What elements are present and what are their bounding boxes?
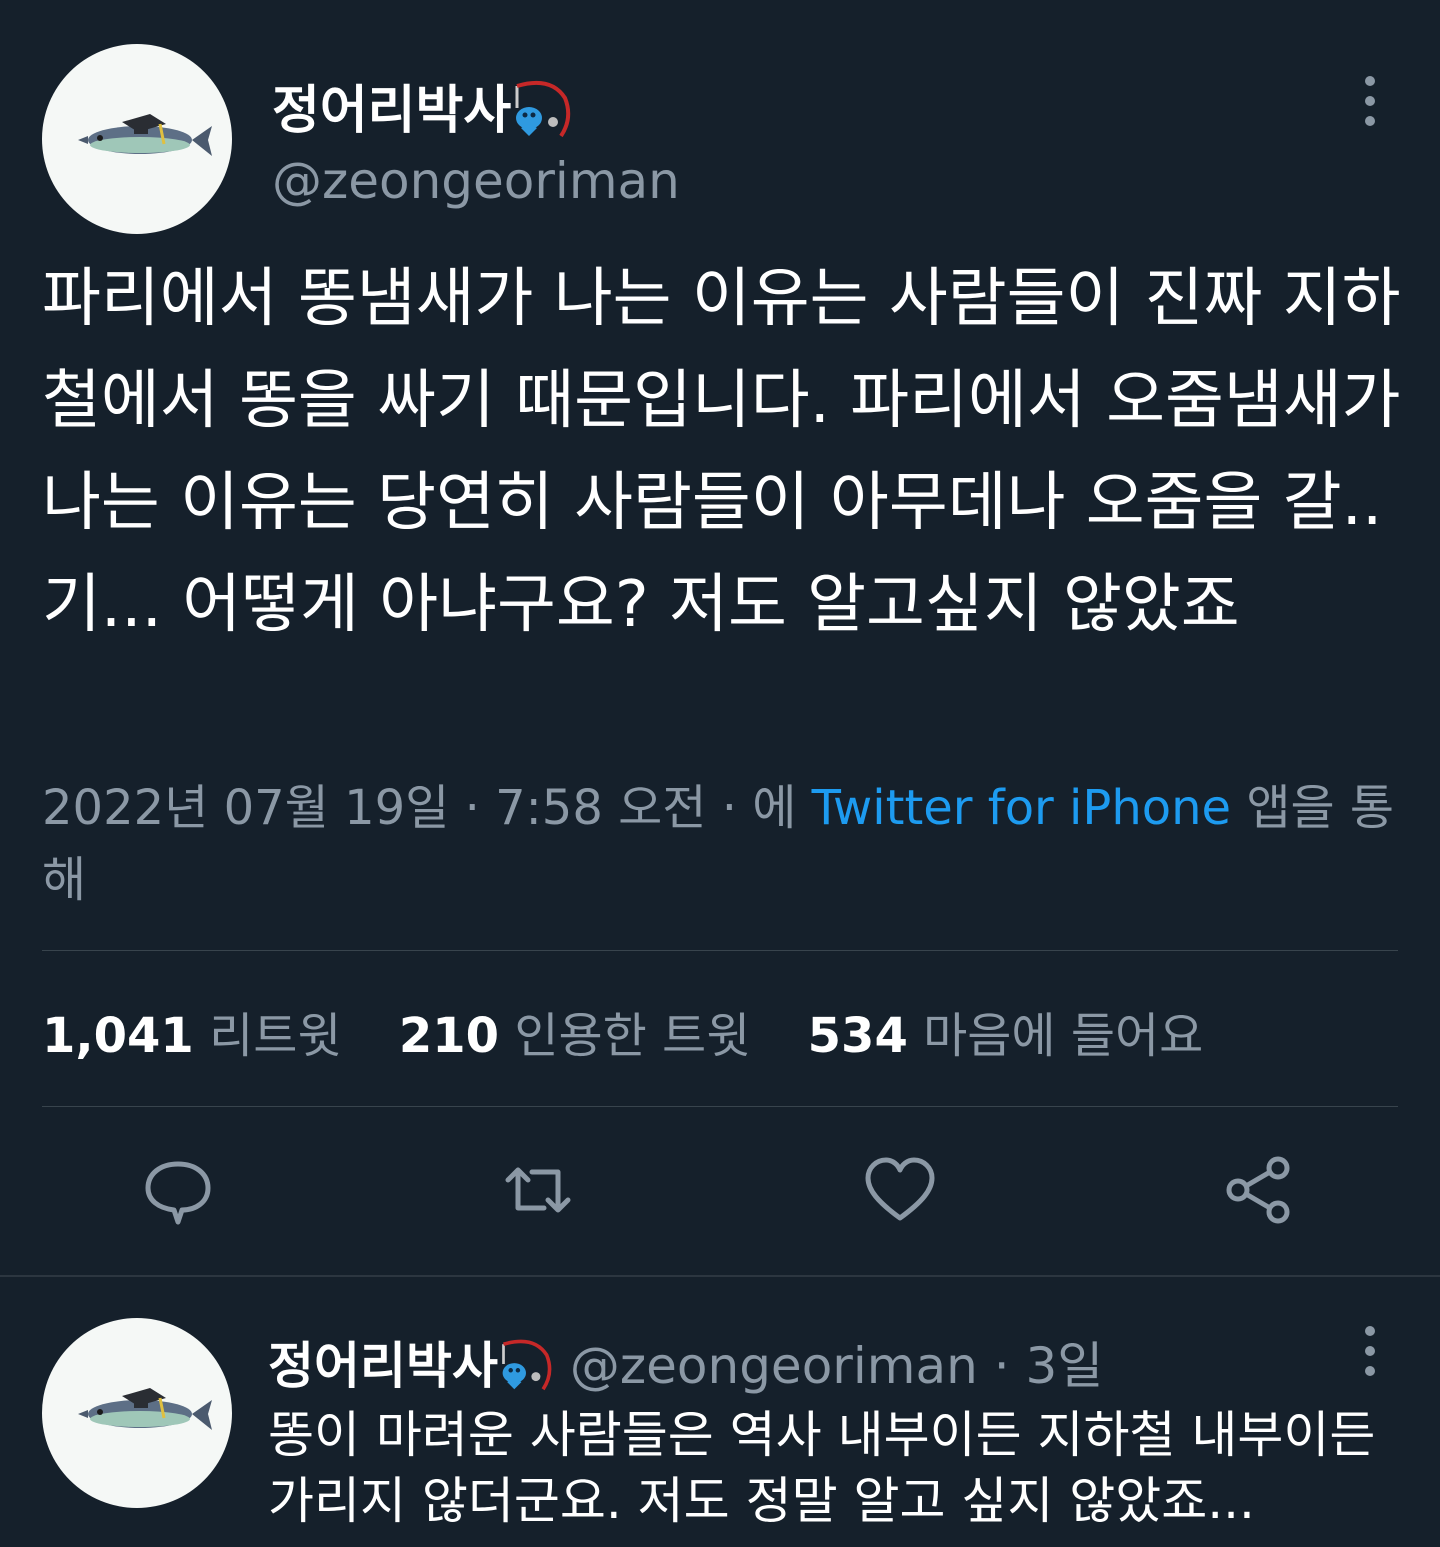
- like-icon: [865, 1157, 935, 1221]
- quotes-label: 인용한 트윗: [514, 1008, 751, 1064]
- tweet-text: 파리에서 똥냄새가 나는 이유는 사람들이 진짜 지하철에서 똥을 싸기 때문입…: [42, 262, 1401, 642]
- share-button[interactable]: [1220, 1150, 1300, 1230]
- section-separator: [0, 1275, 1440, 1277]
- retweets-stat[interactable]: 1,041 리트윗: [42, 1008, 342, 1064]
- display-name[interactable]: 정어리박사: [272, 68, 573, 151]
- handle[interactable]: @zeongeoriman: [272, 152, 680, 210]
- fishing-fish-icon: [498, 1337, 554, 1403]
- reply-handle[interactable]: @zeongeoriman: [570, 1337, 978, 1395]
- likes-stat[interactable]: 534 마음에 들어요: [808, 1008, 1204, 1064]
- sardine-avatar-icon: [78, 1388, 212, 1430]
- timestamp: 2022년 07월 19일 · 7:58 오전 · 에: [42, 780, 797, 836]
- display-name-text: 정어리박사: [272, 81, 512, 141]
- reply-time: · 3일: [993, 1337, 1104, 1395]
- quotes-count: 210: [398, 1008, 500, 1064]
- reply-display-name[interactable]: 정어리박사: [268, 1337, 498, 1395]
- reply-avatar[interactable]: [42, 1318, 232, 1508]
- quotes-stat[interactable]: 210 인용한 트윗: [399, 1008, 751, 1064]
- likes-count: 534: [807, 1008, 908, 1064]
- share-icon: [1226, 1156, 1290, 1224]
- source-app-link[interactable]: Twitter for iPhone: [812, 780, 1231, 836]
- sardine-avatar-icon: [78, 114, 212, 156]
- divider: [42, 1106, 1398, 1107]
- reply-more-options-icon[interactable]: [1350, 1322, 1390, 1382]
- like-button[interactable]: [860, 1150, 940, 1230]
- more-options-icon[interactable]: [1350, 72, 1390, 132]
- reply-button[interactable]: [138, 1150, 218, 1230]
- tweet-metadata: 2022년 07월 19일 · 7:58 오전 · 에 Twitter for …: [42, 772, 1412, 916]
- tweet-stats: 1,041 리트윗 210 인용한 트윗 534 마음에 들어요: [42, 996, 1245, 1066]
- retweets-count: 1,041: [42, 1008, 194, 1064]
- reply-icon: [145, 1161, 211, 1225]
- reply-header: 정어리박사 @zeongeoriman · 3일: [268, 1326, 1103, 1403]
- retweet-button[interactable]: [498, 1150, 578, 1230]
- fishing-fish-icon: [511, 78, 573, 151]
- reply-text: 똥이 마려운 사람들은 역사 내부이든 지하철 내부이든 가리지 않더군요. 저…: [268, 1406, 1376, 1530]
- avatar[interactable]: [42, 44, 232, 234]
- retweets-label: 리트윗: [209, 1008, 342, 1064]
- retweet-icon: [505, 1167, 571, 1213]
- likes-label: 마음에 들어요: [923, 1008, 1204, 1064]
- divider: [42, 950, 1398, 951]
